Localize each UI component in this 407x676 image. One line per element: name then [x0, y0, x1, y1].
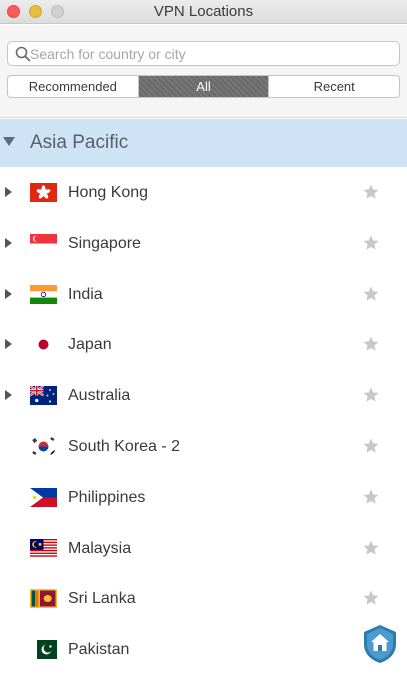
philippines-flag-icon — [30, 487, 57, 507]
favorite-star-icon[interactable] — [362, 183, 380, 201]
location-name: Sri Lanka — [68, 590, 136, 608]
location-name: Malaysia — [68, 539, 132, 557]
pakistan-flag-icon — [30, 640, 57, 660]
tab-recommended[interactable]: Recommended — [8, 76, 138, 97]
australia-flag-icon — [30, 386, 57, 406]
tab-all[interactable]: All — [137, 76, 269, 97]
location-name: Pakistan — [68, 641, 130, 659]
location-name: Philippines — [68, 488, 146, 506]
location-row-hong-kong[interactable]: Hong Kong — [0, 167, 407, 218]
favorite-star-icon[interactable] — [362, 386, 380, 404]
malaysia-flag-icon — [30, 538, 57, 558]
collapse-caret-icon[interactable] — [3, 137, 15, 146]
location-name: Hong Kong — [68, 184, 149, 201]
location-name: Singapore — [68, 234, 141, 252]
region-header-asia-pacific[interactable]: Asia Pacific — [0, 119, 407, 167]
favorite-star-icon[interactable] — [362, 285, 380, 303]
location-row-pakistan[interactable]: Pakistan — [0, 624, 407, 675]
favorite-star-icon[interactable] — [362, 589, 380, 607]
location-list: Hong Kong Singapore India Japan Australi… — [0, 167, 407, 675]
south-korea-flag-icon — [30, 436, 57, 456]
hong-kong-flag-icon — [30, 183, 57, 202]
location-row-japan[interactable]: Japan — [0, 319, 407, 370]
search-icon — [15, 46, 31, 62]
location-row-india[interactable]: India — [0, 269, 407, 320]
location-name: Japan — [68, 336, 112, 354]
toolbar: Recommended All Recent — [0, 25, 407, 118]
location-name: South Korea - 2 — [68, 437, 181, 455]
favorite-star-icon[interactable] — [362, 488, 380, 506]
window-title: VPN Locations — [153, 3, 254, 20]
house-shield-icon — [364, 625, 396, 663]
favorite-star-icon[interactable] — [362, 335, 380, 353]
expand-arrow-icon[interactable] — [5, 339, 12, 350]
location-name: India — [68, 285, 103, 303]
location-row-australia[interactable]: Australia — [0, 370, 407, 421]
favorite-star-icon[interactable] — [362, 539, 380, 557]
expand-arrow-icon[interactable] — [5, 390, 12, 401]
favorite-star-icon[interactable] — [362, 234, 380, 252]
location-name: Australia — [68, 387, 131, 405]
search-input[interactable] — [30, 43, 395, 64]
expand-arrow-icon[interactable] — [5, 187, 12, 197]
india-flag-icon — [30, 284, 57, 304]
singapore-flag-icon — [30, 233, 57, 253]
expand-arrow-icon[interactable] — [5, 288, 12, 299]
location-row-sri-lanka[interactable]: Sri Lanka — [0, 573, 407, 624]
sri-lanka-flag-icon — [30, 589, 57, 609]
favorite-star-icon[interactable] — [362, 437, 380, 455]
location-row-south-korea-2[interactable]: South Korea - 2 — [0, 421, 407, 472]
expand-arrow-icon[interactable] — [5, 237, 12, 248]
title-bar: VPN Locations — [0, 0, 407, 24]
location-filter-tabs: Recommended All Recent — [7, 75, 400, 98]
japan-flag-icon — [30, 335, 57, 355]
search-box[interactable] — [7, 41, 400, 66]
location-row-malaysia[interactable]: Malaysia — [0, 523, 407, 574]
region-label: Asia Pacific — [30, 132, 129, 153]
location-row-philippines[interactable]: Philippines — [0, 472, 407, 523]
location-row-singapore[interactable]: Singapore — [0, 218, 407, 269]
tab-recent[interactable]: Recent — [268, 76, 399, 97]
